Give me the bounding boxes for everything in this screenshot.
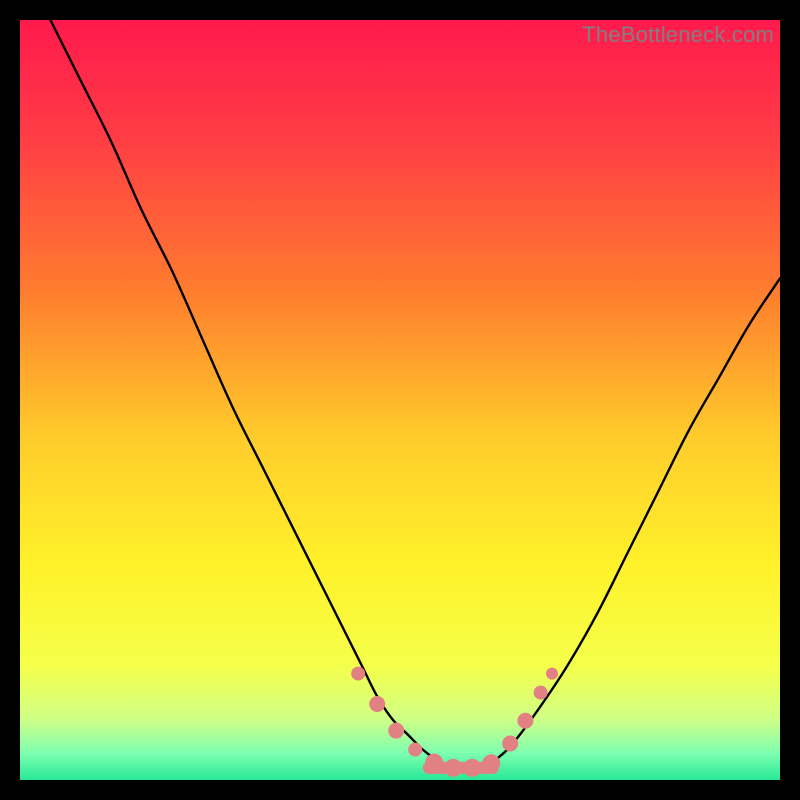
data-marker xyxy=(369,696,385,712)
data-marker xyxy=(546,668,558,680)
data-marker xyxy=(425,754,443,772)
bottleneck-chart xyxy=(20,20,780,780)
data-marker xyxy=(388,723,404,739)
data-marker xyxy=(351,667,365,681)
chart-frame: TheBottleneck.com xyxy=(20,20,780,780)
watermark-text: TheBottleneck.com xyxy=(582,22,774,48)
gradient-background xyxy=(20,20,780,780)
data-marker xyxy=(463,759,481,777)
data-marker xyxy=(517,713,533,729)
data-marker xyxy=(502,736,518,752)
data-marker xyxy=(482,754,500,772)
data-marker xyxy=(444,759,462,777)
data-marker xyxy=(534,686,548,700)
data-marker xyxy=(408,743,422,757)
